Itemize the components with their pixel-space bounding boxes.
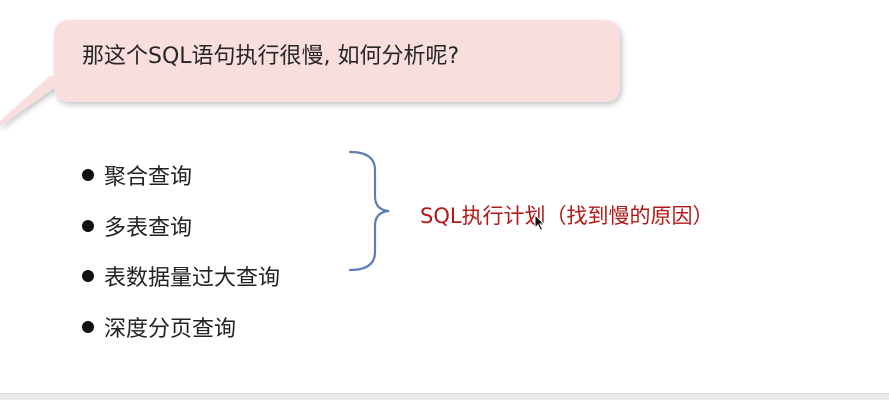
list-item-label: 多表查询 [104,215,193,241]
list-item-label: 表数据量过大查询 [104,266,281,292]
mouse-pointer-icon [534,214,546,232]
list-item: 深度分页查询 [82,302,280,353]
bullet-icon [82,219,94,232]
list-item-label: 聚合查询 [104,165,193,191]
speech-bubble-shape [0,20,620,126]
list-item: 聚合查询 [82,150,280,201]
bullet-icon [82,169,94,182]
bullet-icon [82,320,94,333]
query-type-list: 聚合查询 多表查询 表数据量过大查询 深度分页查询 [82,150,280,352]
list-item: 表数据量过大查询 [82,251,280,302]
right-brace-icon [348,150,390,272]
bullet-icon [82,270,94,283]
list-item-label: 深度分页查询 [104,316,237,342]
callout-question: 那这个SQL语句执行很慢, 如何分析呢? [82,44,460,69]
sql-execution-plan-label: SQL执行计划（找到慢的原因） [420,204,714,228]
bottom-divider [0,393,889,400]
list-item: 多表查询 [82,201,280,252]
